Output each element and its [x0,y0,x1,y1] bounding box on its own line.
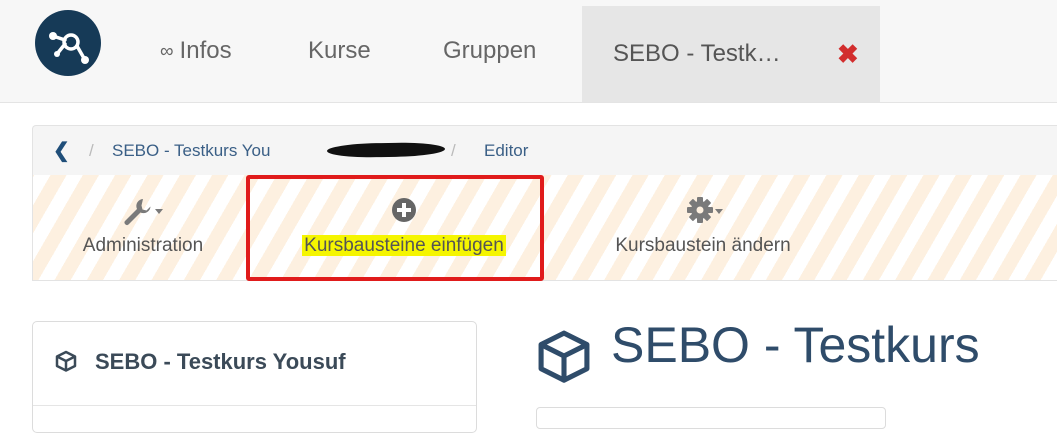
back-icon[interactable]: ❮ [53,126,70,176]
course-tree-panel: SEBO - Testkurs Yousuf [32,321,477,433]
logo-icon[interactable] [35,10,101,76]
change-course-element-label: Kursbaustein ändern [615,235,791,256]
administration-button[interactable]: Administration [63,175,223,280]
breadcrumb-course-link[interactable]: SEBO - Testkurs You [112,126,270,176]
breadcrumb-editor: Editor [484,141,529,160]
panel-divider [33,405,476,406]
breadcrumb-separator: / [89,141,94,160]
infinity-icon: ∞ [160,41,174,62]
top-navbar: ∞ Infos Kurse Gruppen SEBO - Testk… ✖ [0,0,1057,103]
editor-toolbar: Administration Kursbausteine einfügen Ku… [32,175,1057,281]
breadcrumb-separator: / [451,141,456,160]
highlight-annotation-box [246,175,544,281]
close-icon[interactable]: ✖ [837,6,859,102]
nav-item-courses[interactable]: Kurse [308,0,371,102]
cube-icon [55,350,77,377]
content-card [536,407,886,429]
active-course-label: SEBO - Testk… [613,40,781,67]
nav-item-infos[interactable]: ∞ Infos [160,0,232,102]
administration-label: Administration [82,235,204,256]
wrench-icon [63,195,223,232]
nav-item-active-course[interactable]: SEBO - Testk… ✖ [582,6,880,102]
change-course-element-button[interactable]: Kursbaustein ändern [583,175,823,280]
page-title: SEBO - Testkurs [611,317,980,373]
gear-icon [583,195,823,232]
cube-icon [536,328,592,389]
redaction-mark [326,141,446,159]
nav-item-groups[interactable]: Gruppen [443,0,536,102]
breadcrumb: ❮ / SEBO - Testkurs You / Editor [32,125,1057,176]
course-tree-root[interactable]: SEBO - Testkurs Yousuf [95,349,346,375]
nav-item-infos-label: Infos [179,37,232,64]
